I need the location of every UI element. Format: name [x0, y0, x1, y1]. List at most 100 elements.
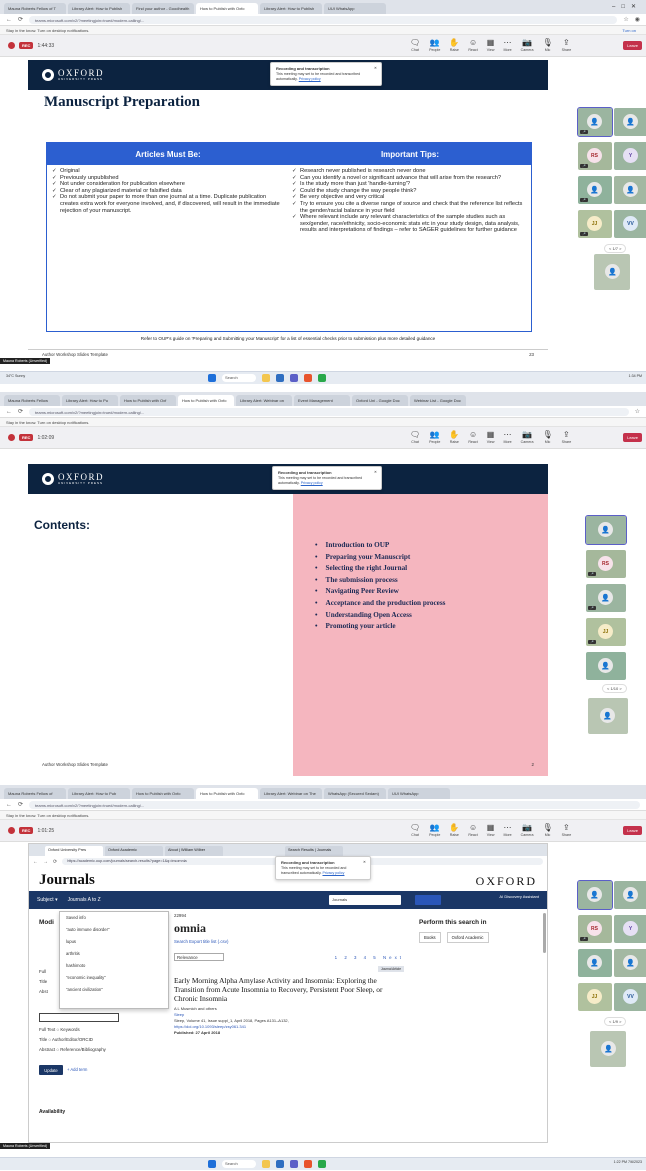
- weather-widget[interactable]: 34°C Sunny: [6, 374, 25, 378]
- people-button[interactable]: 👥 People: [429, 430, 440, 444]
- close-icon[interactable]: ✕: [363, 860, 366, 865]
- view-button[interactable]: ▦ View: [487, 38, 495, 52]
- participant-tile[interactable]: JJ: [578, 983, 612, 1011]
- gallery-pager[interactable]: < 1/7 >: [604, 244, 627, 253]
- participant-tile[interactable]: VV: [614, 210, 646, 238]
- forward-icon[interactable]: →: [43, 859, 48, 865]
- participant-tile[interactable]: 👤: [578, 949, 612, 977]
- start-icon[interactable]: [208, 1160, 216, 1168]
- browser-tab[interactable]: Find your author - Goodhealth: [132, 3, 194, 14]
- participant-tile[interactable]: VV: [614, 983, 646, 1011]
- participant-tile[interactable]: 👤: [585, 515, 627, 545]
- browser-tab[interactable]: Webinar List - Google Doc: [410, 395, 466, 406]
- participant-tile[interactable]: 👤 🎤: [586, 584, 626, 612]
- ai-assistant-button[interactable]: AI Discovery Assistant: [499, 894, 539, 899]
- browser-tab[interactable]: UUI WhatsApp: [388, 788, 450, 799]
- more-button[interactable]: ⋯ More: [503, 38, 511, 52]
- react-button[interactable]: ☺ React: [468, 823, 477, 837]
- participant-tile[interactable]: 👤 🎤: [577, 107, 613, 137]
- people-button[interactable]: 👥 People: [429, 38, 440, 52]
- participant-tile[interactable]: 👤: [588, 698, 628, 734]
- participant-tile[interactable]: 👤: [614, 108, 646, 136]
- people-button[interactable]: 👥 People: [429, 823, 440, 837]
- dropdown-option[interactable]: "economic inequality": [60, 972, 168, 984]
- article-title-link[interactable]: Early Morning Alpha Amylase Activity and…: [174, 972, 404, 1003]
- radio-option[interactable]: Abst: [39, 989, 48, 994]
- participant-tile[interactable]: RS 🎤: [586, 550, 626, 578]
- more-button[interactable]: ⋯ More: [503, 430, 511, 444]
- files-icon[interactable]: [262, 1160, 270, 1168]
- teams-icon[interactable]: [290, 1160, 298, 1168]
- edge-icon[interactable]: [276, 374, 284, 382]
- teams-icon[interactable]: [290, 374, 298, 382]
- mic-button[interactable]: 🎙 Mic: [542, 823, 552, 837]
- browser-tab-active[interactable]: How to Publish with Oxfo: [196, 3, 258, 14]
- system-clock[interactable]: 1:22 PM 7/6/2023: [614, 1160, 642, 1164]
- participant-tile[interactable]: 👤: [614, 949, 646, 977]
- privacy-policy-link[interactable]: Privacy policy: [322, 871, 344, 875]
- participant-tile[interactable]: RS 🎤: [578, 915, 612, 943]
- back-icon[interactable]: ←: [6, 802, 12, 808]
- browser-tab[interactable]: Mauna Roberts Fellow of: [4, 788, 66, 799]
- raise-button[interactable]: ✋ Raise: [449, 823, 459, 837]
- back-icon[interactable]: ←: [6, 17, 12, 23]
- more-button[interactable]: ⋯ More: [503, 823, 511, 837]
- files-icon[interactable]: [262, 374, 270, 382]
- url-input[interactable]: teams.microsoft.com/v2/?meetingjoin=true…: [29, 15, 618, 24]
- chat-button[interactable]: 🗨 Chat: [410, 38, 420, 52]
- participant-tile[interactable]: 👤: [614, 176, 646, 204]
- mic-button[interactable]: 🎙 Mic: [542, 38, 552, 52]
- oxford-academic-button[interactable]: Oxford Academic: [446, 932, 489, 943]
- participant-tile[interactable]: Y: [614, 915, 646, 943]
- search-button[interactable]: [415, 895, 441, 905]
- dropdown-option[interactable]: lupus: [60, 936, 168, 948]
- close-icon[interactable]: ✕: [374, 470, 377, 475]
- camera-button[interactable]: 📷 Camera: [521, 430, 534, 444]
- chrome-icon[interactable]: [304, 374, 312, 382]
- radio-option[interactable]: Full Text ○ Keywords: [39, 1027, 80, 1032]
- subject-menu[interactable]: Subject ▾: [37, 897, 58, 903]
- page-scrollbar[interactable]: [543, 913, 546, 953]
- journals-a-to-z-link[interactable]: Journals A to Z: [68, 897, 101, 903]
- browser-tab[interactable]: Library Alert: How to Publish: [68, 3, 130, 14]
- camera-button[interactable]: 📷 Camera: [521, 823, 534, 837]
- mic-button[interactable]: 🎙 Mic: [542, 430, 552, 444]
- close-icon[interactable]: ✕: [374, 66, 377, 71]
- participant-tile[interactable]: 👤: [590, 1031, 626, 1067]
- view-button[interactable]: ▦ View: [487, 823, 495, 837]
- dropdown-option[interactable]: "auto immune disorder": [60, 924, 168, 936]
- participant-tile[interactable]: 👤: [614, 881, 646, 909]
- dropdown-option[interactable]: hashimoto: [60, 960, 168, 972]
- participant-tile[interactable]: RS 🎤: [578, 142, 612, 170]
- profile-icon[interactable]: ◉: [635, 16, 640, 23]
- whatsapp-icon[interactable]: [318, 1160, 326, 1168]
- taskbar-search[interactable]: Search: [222, 374, 256, 382]
- raise-button[interactable]: ✋ Raise: [449, 430, 459, 444]
- sort-select[interactable]: Relevance: [174, 953, 224, 961]
- star-icon[interactable]: ☆: [635, 408, 640, 415]
- journals-select[interactable]: Journals: [329, 895, 401, 905]
- react-button[interactable]: ☺ React: [468, 38, 477, 52]
- window-controls[interactable]: –□✕: [612, 3, 642, 10]
- star-icon[interactable]: ☆: [623, 16, 628, 23]
- privacy-policy-link[interactable]: Privacy policy: [301, 481, 323, 485]
- participant-tile[interactable]: 👤: [577, 880, 613, 910]
- react-button[interactable]: ☺ React: [468, 430, 477, 444]
- camera-button[interactable]: 📷 Camera: [521, 38, 534, 52]
- start-icon[interactable]: [208, 374, 216, 382]
- back-icon[interactable]: ←: [6, 409, 12, 415]
- browser-tab-active[interactable]: How to Publish with Oxfo: [178, 395, 234, 406]
- browser-tab[interactable]: Oxford Academic: [105, 846, 163, 856]
- raise-button[interactable]: ✋ Raise: [449, 38, 459, 52]
- browser-tab[interactable]: Library Alert: How to Pu: [62, 395, 118, 406]
- participant-tile[interactable]: 👤 🎤: [578, 176, 612, 204]
- browser-tab[interactable]: Oxford University Pres: [45, 846, 103, 856]
- notification-turn-on-button[interactable]: Turn on: [622, 28, 636, 33]
- gallery-pager[interactable]: < 1/10 >: [602, 684, 627, 693]
- browser-tab[interactable]: Library Alert: How to Pub: [68, 788, 130, 799]
- browser-tab[interactable]: Library Alert: How to Publish: [260, 3, 322, 14]
- browser-tab[interactable]: Event Management: [294, 395, 350, 406]
- browser-tab[interactable]: How to Publish with Oxfo: [132, 788, 194, 799]
- browser-tab[interactable]: How to Publish with Oxf: [120, 395, 176, 406]
- participant-tile[interactable]: 👤: [586, 652, 626, 680]
